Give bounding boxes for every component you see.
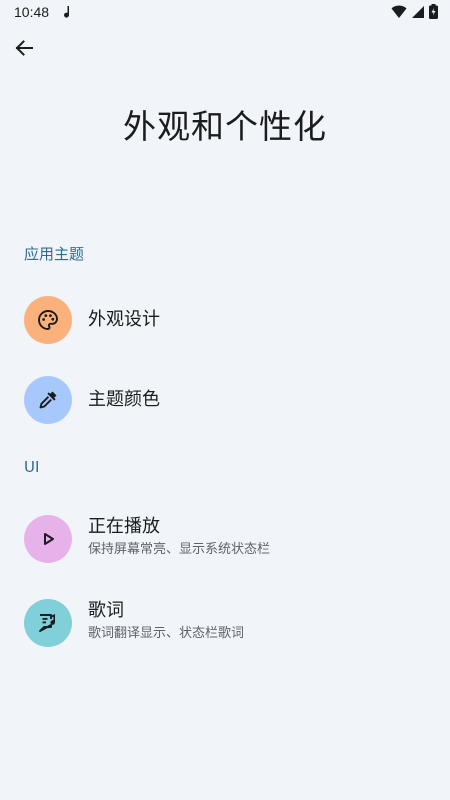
- back-button[interactable]: [8, 32, 40, 64]
- section-header-app-theme: 应用主题: [24, 245, 85, 263]
- item-subtitle: 歌词翻译显示、状态栏歌词: [88, 626, 245, 641]
- item-title: 歌词: [88, 600, 124, 621]
- item-title: 外观设计: [88, 309, 160, 330]
- lyrics-icon: [24, 599, 72, 647]
- signal-icon: [411, 5, 425, 23]
- item-subtitle: 保持屏幕常亮、显示系统状态栏: [88, 542, 271, 557]
- item-text: 外观设计: [88, 308, 160, 332]
- list-item-theme-color[interactable]: 主题颜色: [0, 364, 450, 436]
- wifi-icon: [391, 5, 407, 23]
- list-item-lyrics[interactable]: 歌词 歌词翻译显示、状态栏歌词: [0, 587, 450, 659]
- status-icons: [391, 4, 438, 23]
- eyedropper-icon: [24, 376, 72, 424]
- music-note-icon: [62, 4, 74, 20]
- arrow-back-icon: [15, 40, 33, 56]
- page-title: 外观和个性化: [123, 107, 327, 146]
- item-title: 正在播放: [88, 516, 160, 537]
- item-text: 正在播放 保持屏幕常亮、显示系统状态栏: [88, 515, 270, 559]
- list-item-appearance-design[interactable]: 外观设计: [0, 284, 450, 356]
- item-title: 主题颜色: [88, 389, 160, 410]
- item-text: 歌词 歌词翻译显示、状态栏歌词: [88, 599, 244, 643]
- section-header-ui: UI: [24, 458, 40, 476]
- status-time: 10:48: [14, 4, 50, 20]
- list-item-now-playing[interactable]: 正在播放 保持屏幕常亮、显示系统状态栏: [0, 503, 450, 575]
- status-bar: 10:48: [0, 0, 450, 24]
- palette-icon: [24, 296, 72, 344]
- item-text: 主题颜色: [88, 388, 160, 412]
- play-icon: [24, 515, 72, 563]
- battery-icon: [429, 4, 438, 23]
